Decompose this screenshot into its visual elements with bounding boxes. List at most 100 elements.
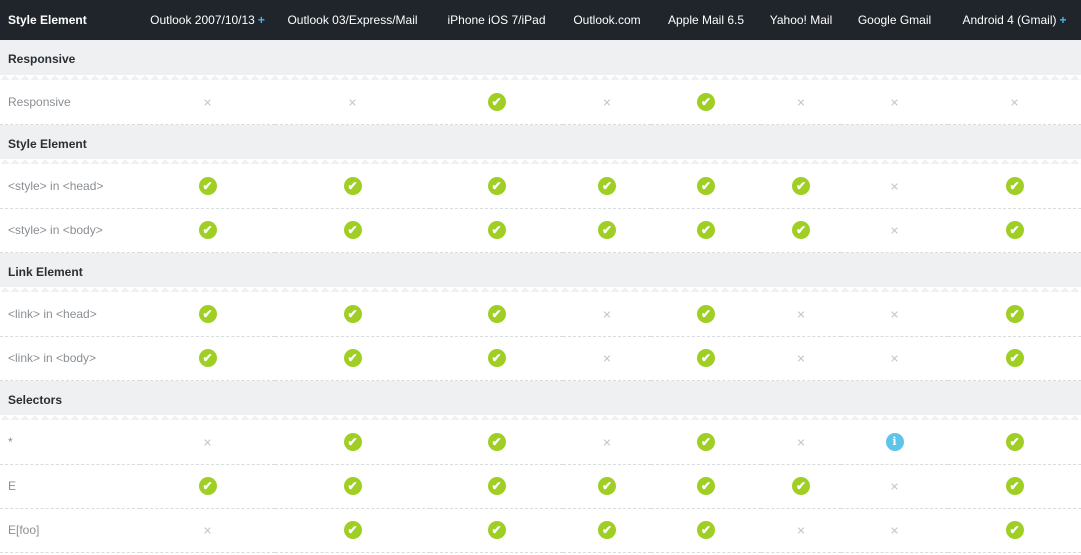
client-name: iPhone iOS 7/iPad [447, 13, 546, 27]
support-cell: ✕ [140, 420, 275, 465]
cross-icon: ✕ [1009, 96, 1020, 109]
support-cell: ✕ [761, 508, 841, 553]
cross-icon: ✕ [796, 96, 806, 109]
cross-icon: ✕ [889, 353, 900, 366]
support-cell: ✕ [140, 508, 275, 553]
support-cell: ✔ [948, 336, 1081, 381]
cross-icon: ✕ [602, 436, 612, 449]
section-header: Link Element [0, 252, 1081, 293]
cross-icon: ✕ [889, 96, 900, 109]
support-cell: ✕ [841, 208, 948, 253]
check-icon: ✔ [1005, 432, 1024, 451]
support-cell: ✔ [430, 464, 563, 509]
cross-icon: ✕ [796, 436, 806, 449]
check-icon: ✔ [198, 349, 217, 367]
check-icon: ✔ [198, 477, 217, 495]
check-icon: ✔ [792, 176, 810, 195]
section-header-row: Responsive [0, 40, 1081, 81]
section-header-row: Style Element [0, 124, 1081, 165]
cross-icon: ✕ [889, 481, 900, 494]
support-cell: ✔ [651, 508, 761, 553]
check-icon: ✔ [487, 92, 506, 111]
client-header: Outlook 2007/10/13 + [140, 0, 275, 40]
table-row: E[foo] ✕ ✔ ✔ ✔ ✔ ✕ ✕ ✔ [0, 508, 1081, 553]
support-cell: ✔ [430, 80, 563, 125]
support-cell: ✔ [948, 164, 1081, 209]
check-icon: ✔ [598, 521, 616, 539]
table-row: <style> in <body> ✔ ✔ ✔ ✔ ✔ ✔ ✕ ✔ [0, 208, 1081, 253]
client-header: Android 4 (Gmail) + [948, 0, 1081, 40]
support-cell: ✔ [761, 464, 841, 509]
support-cell: ✔ [563, 508, 651, 553]
client-header: iPhone iOS 7/iPad [430, 0, 563, 40]
check-icon: ✔ [1005, 304, 1024, 323]
support-cell: ✕ [761, 420, 841, 465]
client-header: Outlook 03/Express/Mail [275, 0, 430, 40]
support-cell: ✔ [275, 420, 430, 465]
support-cell: ✔ [140, 164, 275, 209]
check-icon: ✔ [1005, 221, 1024, 239]
check-icon: ✔ [697, 92, 715, 111]
support-cell: i [841, 420, 948, 465]
check-icon: ✔ [198, 221, 217, 239]
table-row: Responsive ✕ ✕ ✔ ✕ ✔ ✕ ✕ ✕ [0, 80, 1081, 125]
check-icon: ✔ [343, 221, 362, 239]
support-cell: ✔ [948, 208, 1081, 253]
expand-plus-button[interactable]: + [258, 13, 265, 27]
check-icon: ✔ [697, 521, 715, 539]
table-row: <style> in <head> ✔ ✔ ✔ ✔ ✔ ✔ ✕ ✔ [0, 164, 1081, 209]
support-cell: ✕ [761, 80, 841, 125]
support-cell: ✔ [140, 464, 275, 509]
check-icon: ✔ [1005, 521, 1024, 539]
support-cell: ✔ [651, 420, 761, 465]
support-cell: ✕ [841, 508, 948, 553]
support-cell: ✔ [761, 208, 841, 253]
cross-icon: ✕ [602, 353, 612, 366]
cross-icon: ✕ [202, 436, 213, 449]
cross-icon: ✕ [602, 96, 612, 109]
support-cell: ✔ [651, 464, 761, 509]
client-name: Google Gmail [857, 13, 932, 27]
check-icon: ✔ [1005, 477, 1024, 495]
support-cell: ✔ [430, 420, 563, 465]
section-header: Responsive [0, 40, 1081, 81]
feature-label: E [0, 464, 140, 509]
support-cell: ✕ [841, 80, 948, 125]
support-cell: ✕ [563, 80, 651, 125]
info-icon[interactable]: i [885, 432, 904, 451]
check-icon: ✔ [343, 176, 362, 195]
check-icon: ✔ [1005, 349, 1024, 367]
support-cell: ✕ [761, 336, 841, 381]
support-cell: ✔ [275, 464, 430, 509]
support-cell: ✔ [563, 164, 651, 209]
support-cell: ✕ [841, 336, 948, 381]
cross-icon: ✕ [889, 180, 900, 193]
support-cell: ✕ [948, 80, 1081, 125]
support-cell: ✔ [563, 464, 651, 509]
check-icon: ✔ [487, 349, 506, 367]
client-name: Outlook 2007/10/13 [150, 13, 255, 27]
support-cell: ✔ [430, 208, 563, 253]
expand-plus-button[interactable]: + [1060, 13, 1067, 27]
client-name: Android 4 (Gmail) [962, 13, 1057, 27]
check-icon: ✔ [598, 221, 616, 239]
support-cell: ✕ [275, 80, 430, 125]
zigzag-divider [0, 287, 1081, 293]
support-cell: ✕ [563, 336, 651, 381]
check-icon: ✔ [697, 221, 715, 239]
client-name: Outlook.com [573, 13, 641, 27]
support-cell: ✔ [430, 164, 563, 209]
cross-icon: ✕ [889, 225, 900, 238]
cross-icon: ✕ [796, 353, 806, 366]
support-cell: ✔ [140, 208, 275, 253]
zigzag-divider [0, 159, 1081, 165]
check-icon: ✔ [792, 477, 810, 495]
cross-icon: ✕ [796, 525, 806, 538]
client-name: Outlook 03/Express/Mail [287, 13, 418, 27]
check-icon: ✔ [697, 432, 715, 451]
support-cell: ✔ [430, 336, 563, 381]
check-icon: ✔ [697, 477, 715, 495]
table-row: * ✕ ✔ ✔ ✕ ✔ ✕ i ✔ [0, 420, 1081, 465]
cross-icon: ✕ [889, 525, 900, 538]
support-cell: ✔ [275, 336, 430, 381]
